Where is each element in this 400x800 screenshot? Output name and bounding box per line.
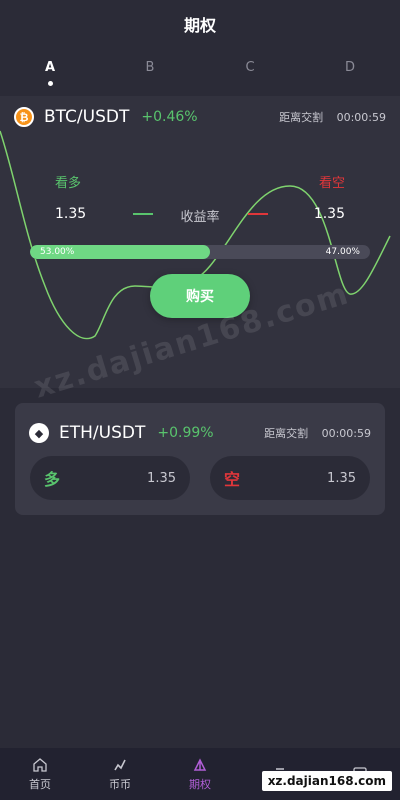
ethereum-icon: ◆ <box>29 423 49 443</box>
long-short-ratio-bar: 53.00% 47.00% <box>30 245 370 259</box>
tab-c[interactable]: C <box>230 60 270 75</box>
active-tab-indicator <box>47 81 53 86</box>
tab-label: B <box>145 60 155 75</box>
pair-name: ETH/USDT <box>59 423 146 443</box>
tab-d[interactable]: D <box>330 60 370 75</box>
short-button[interactable]: 空 1.35 <box>210 456 370 500</box>
deadline-label: 距离交割 <box>279 111 324 124</box>
tab-a[interactable]: A <box>30 60 70 86</box>
short-percent: 47.00% <box>325 247 360 257</box>
btc-option-card: ₿ BTC/USDT +0.46% 距离交割 00:00:59 看多 看空 收益… <box>0 96 400 388</box>
tab-b[interactable]: B <box>130 60 170 75</box>
btc-pair-row: ₿ BTC/USDT +0.46% 距离交割 00:00:59 <box>14 104 386 130</box>
long-button[interactable]: 多 1.35 <box>30 456 190 500</box>
nav-label: 首页 <box>29 777 51 791</box>
nav-label: 币币 <box>109 777 131 791</box>
nav-home[interactable]: 首页 <box>0 748 80 800</box>
nav-options[interactable]: 期权 <box>160 748 240 800</box>
pair-change: +0.99% <box>157 425 214 441</box>
short-yield-value: 1.35 <box>327 470 356 486</box>
long-yield-value: 1.35 <box>55 206 87 222</box>
corner-watermark: xz.dajian168.com <box>261 771 392 791</box>
short-indicator-line <box>248 213 268 215</box>
home-icon <box>33 757 47 772</box>
page-title: 期权 <box>183 16 216 35</box>
deadline: 距离交割 00:00:59 <box>264 425 371 441</box>
tab-label: C <box>245 60 255 75</box>
long-yield-value: 1.35 <box>147 470 176 486</box>
deadline: 距离交割 00:00:59 <box>279 109 386 125</box>
nav-trade[interactable]: 币币 <box>80 748 160 800</box>
options-icon <box>193 757 207 771</box>
short-label: 空 <box>224 470 241 489</box>
long-label: 多 <box>44 470 61 489</box>
long-percent: 53.00% <box>40 247 75 257</box>
tab-label: D <box>344 60 355 75</box>
buy-button[interactable]: 购买 <box>150 274 250 318</box>
long-indicator-line <box>133 213 153 215</box>
price-curve-chart <box>0 130 391 340</box>
deadline-label: 距离交割 <box>264 427 309 440</box>
page-header: 期权 <box>0 0 400 48</box>
eth-option-card[interactable]: ◆ ETH/USDT +0.99% 距离交割 00:00:59 多 1.35 空… <box>15 403 385 515</box>
deadline-time: 00:00:59 <box>321 427 371 440</box>
eth-pair-row: ◆ ETH/USDT +0.99% 距离交割 00:00:59 <box>29 420 371 446</box>
short-label[interactable]: 看空 <box>319 172 345 191</box>
nav-label: 期权 <box>189 777 211 791</box>
bitcoin-icon: ₿ <box>14 107 34 127</box>
deadline-time: 00:00:59 <box>336 111 386 124</box>
option-tabs: A B C D <box>0 52 400 92</box>
pair-name: BTC/USDT <box>44 107 130 127</box>
trade-icon <box>114 759 126 770</box>
short-yield-value: 1.35 <box>313 206 345 222</box>
long-label[interactable]: 看多 <box>55 172 81 191</box>
pair-change: +0.46% <box>141 109 198 125</box>
tab-label: A <box>44 60 56 75</box>
